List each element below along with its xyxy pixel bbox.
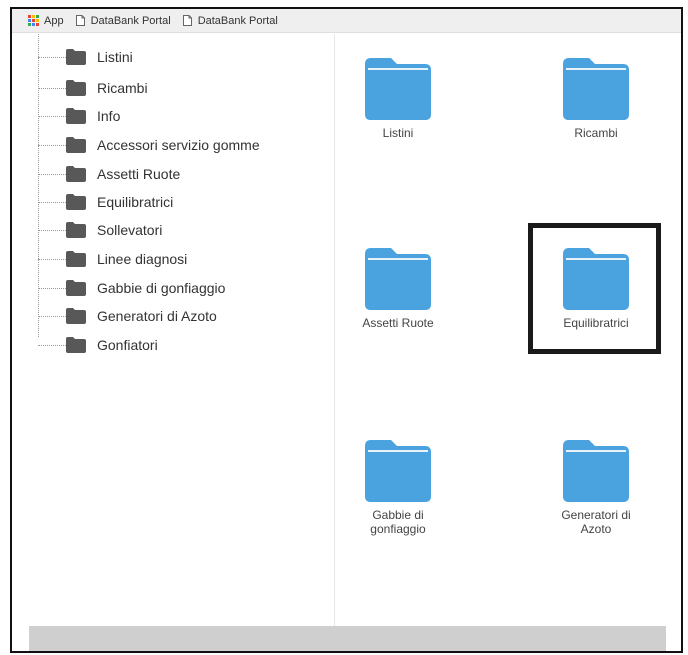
apps-grid-icon [28, 15, 39, 26]
folder-tile-label: Ricambi [574, 126, 618, 140]
folder-tile-gabbie-di-gonfiaggio[interactable]: Gabbie di gonfiaggio [343, 440, 453, 536]
folder-icon [66, 194, 86, 210]
folder-tile-label: Gabbie di gonfiaggio [370, 508, 426, 536]
folder-tile-label: Equilibratrici [563, 316, 629, 330]
tree-item-label: Listini [97, 49, 133, 65]
status-bar [29, 626, 666, 651]
folder-icon [66, 166, 86, 182]
folder-tile-ricambi[interactable]: Ricambi [541, 58, 651, 140]
folder-grid: Listini Ricambi Assetti Ruote Equilibrat… [335, 34, 681, 626]
folder-icon [563, 440, 629, 502]
tree-item-label: Assetti Ruote [97, 166, 181, 182]
tree-item-gabbie-di-gonfiaggio[interactable]: Gabbie di gonfiaggio [38, 278, 225, 298]
folder-tile-generatori-di-azoto[interactable]: Generatori di Azoto [541, 440, 651, 536]
folder-icon [563, 248, 629, 310]
tree-item-equilibratrici[interactable]: Equilibratrici [38, 192, 173, 212]
tree-item-generatori-di-azoto[interactable]: Generatori di Azoto [38, 306, 217, 326]
tree-item-label: Gonfiatori [97, 337, 158, 353]
tree-item-listini[interactable]: Listini [38, 47, 133, 67]
tree-item-label: Sollevatori [97, 222, 163, 238]
tree-item-sollevatori[interactable]: Sollevatori [38, 220, 162, 240]
tree-item-ricambi[interactable]: Ricambi [38, 78, 148, 98]
folder-icon [365, 440, 431, 502]
folder-tile-label: Listini [382, 126, 414, 140]
folder-icon [66, 80, 86, 96]
folder-icon [66, 251, 86, 267]
folder-tile-equilibratrici[interactable]: Equilibratrici [541, 248, 651, 330]
tree-item-gonfiatori[interactable]: Gonfiatori [38, 335, 158, 355]
apps-label: App [44, 14, 64, 27]
bookmarks-bar: App DataBank Portal DataBank Portal [12, 9, 681, 33]
tree-item-label: Equilibratrici [97, 194, 174, 210]
page-icon [182, 15, 192, 26]
apps-shortcut[interactable]: App [28, 15, 64, 27]
tree-item-assetti-ruote[interactable]: Assetti Ruote [38, 164, 180, 184]
tree-item-label: Ricambi [97, 80, 148, 96]
browser-window: App DataBank Portal DataBank Portal List… [10, 7, 683, 653]
tree-item-label: Generatori di Azoto [97, 308, 217, 324]
tree-item-label: Linee diagnosi [97, 251, 188, 267]
folder-icon [66, 137, 86, 153]
folder-icon [66, 280, 86, 296]
tree-item-label: Gabbie di gonfiaggio [97, 280, 226, 296]
folder-icon [66, 49, 86, 65]
folder-icon [66, 308, 86, 324]
tree-item-linee-diagnosi[interactable]: Linee diagnosi [38, 249, 187, 269]
bookmark-label: DataBank Portal [90, 14, 171, 27]
folder-icon [66, 108, 86, 124]
folder-tile-label: Generatori di Azoto [561, 508, 631, 536]
bookmark-databank-portal-2[interactable]: DataBank Portal [182, 14, 278, 27]
tree-item-accessori-servizio-gomme[interactable]: Accessori servizio gomme [38, 135, 260, 155]
folder-icon [365, 58, 431, 120]
page-icon [75, 15, 85, 26]
folder-tile-label: Assetti Ruote [362, 316, 434, 330]
tree-item-label: Info [97, 108, 121, 124]
folder-icon [563, 58, 629, 120]
bookmark-databank-portal-1[interactable]: DataBank Portal [75, 14, 171, 27]
folder-tile-listini[interactable]: Listini [343, 58, 453, 140]
folder-tree: Listini Ricambi Info Accessori servizio … [12, 34, 334, 626]
tree-item-label: Accessori servizio gomme [97, 137, 260, 153]
folder-icon [66, 222, 86, 238]
folder-icon [66, 337, 86, 353]
tree-item-info[interactable]: Info [38, 106, 120, 126]
folder-tile-assetti-ruote[interactable]: Assetti Ruote [343, 248, 453, 330]
bookmark-label: DataBank Portal [197, 14, 278, 27]
folder-icon [365, 248, 431, 310]
